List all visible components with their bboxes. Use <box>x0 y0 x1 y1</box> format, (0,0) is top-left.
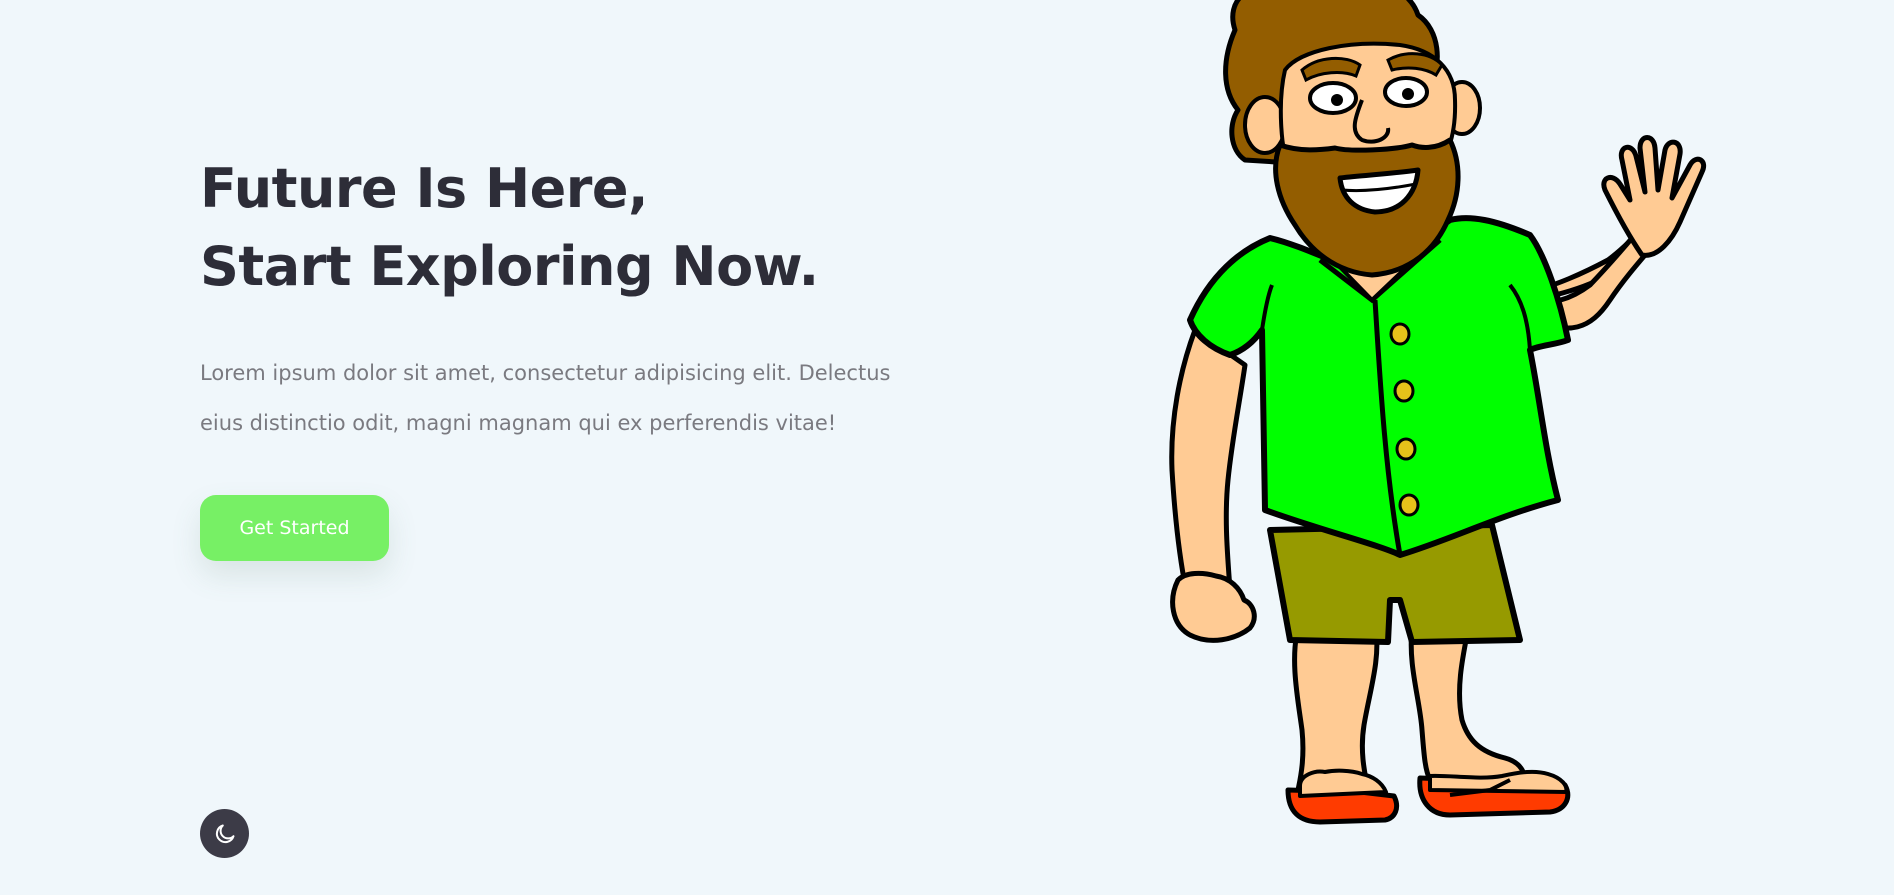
hero-description-line-2: eius distinctio odit, magni magnam qui e… <box>200 411 837 435</box>
hero-title: Future Is Here, Start Exploring Now. <box>200 150 960 306</box>
cartoon-man-illustration <box>1150 0 1710 830</box>
hero-section: Future Is Here, Start Exploring Now. Lor… <box>200 150 960 448</box>
hero-description: Lorem ipsum dolor sit amet, consectetur … <box>200 348 940 448</box>
left-fist <box>1170 570 1257 643</box>
left-arm <box>1169 327 1248 593</box>
hero-title-line-2: Start Exploring Now. <box>200 235 819 298</box>
get-started-button[interactable]: Get Started <box>200 495 389 561</box>
hero-title-line-1: Future Is Here, <box>200 157 649 220</box>
right-leg <box>1408 627 1528 788</box>
moon-icon <box>213 822 237 846</box>
right-toes <box>1428 769 1569 794</box>
left-leg <box>1292 625 1380 793</box>
left-toes <box>1298 768 1388 798</box>
hero-description-line-1: Lorem ipsum dolor sit amet, consectetur … <box>200 361 891 385</box>
waving-hand <box>1601 135 1706 258</box>
theme-toggle-button[interactable] <box>200 809 249 858</box>
